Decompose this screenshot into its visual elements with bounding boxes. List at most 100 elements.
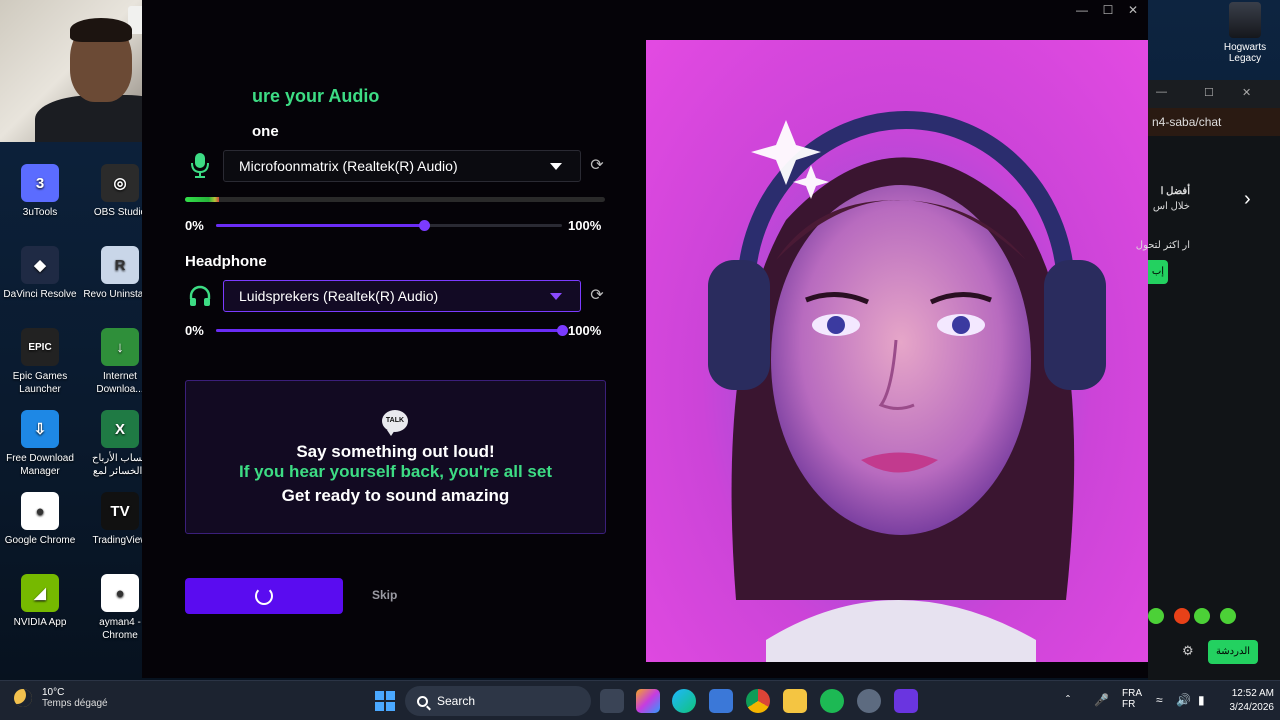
windows-logo-tile bbox=[375, 702, 384, 711]
continue-button[interactable] bbox=[185, 578, 343, 614]
weather-widget[interactable]: 10°C Temps dégagé bbox=[14, 687, 108, 709]
mic-volume-slider[interactable] bbox=[216, 220, 562, 231]
file-explorer-icon[interactable] bbox=[783, 689, 807, 713]
promo-title: أفضل ا bbox=[1160, 186, 1190, 197]
microphone-device-name: Microfoonmatrix (Realtek(R) Audio) bbox=[239, 158, 458, 174]
microphone-heading: one bbox=[252, 123, 279, 140]
store-icon[interactable] bbox=[709, 689, 733, 713]
mic-volume-handle[interactable] bbox=[418, 220, 430, 231]
chevron-down-icon bbox=[550, 293, 562, 300]
voice-app-icon[interactable] bbox=[894, 689, 918, 713]
start-button[interactable] bbox=[375, 691, 395, 711]
instruction-line-3: Get ready to sound amazing bbox=[281, 486, 510, 505]
emoji-row bbox=[1148, 608, 1280, 628]
desktop-icon[interactable]: ● Google Chrome bbox=[0, 492, 80, 547]
chevron-up-icon[interactable]: ˆ bbox=[1066, 693, 1070, 707]
desktop-icon[interactable]: ⇩ Free Download Manager bbox=[0, 410, 80, 478]
keyboard-code: FR bbox=[1122, 699, 1136, 710]
weather-temp: 10°C bbox=[42, 687, 65, 698]
search-icon bbox=[417, 695, 428, 707]
weather-desc: Temps dégagé bbox=[42, 698, 108, 709]
spotify-icon[interactable] bbox=[820, 689, 844, 713]
taskbar-search[interactable]: Search bbox=[405, 686, 591, 716]
minimize-icon[interactable]: — bbox=[1156, 86, 1167, 98]
close-icon[interactable]: ✕ bbox=[1242, 86, 1251, 99]
mic-max-label: 100% bbox=[568, 218, 602, 233]
headphone-device-name: Luidsprekers (Realtek(R) Audio) bbox=[239, 288, 439, 304]
app-icon: ↓ bbox=[101, 328, 139, 366]
headphone-volume-handle[interactable] bbox=[557, 325, 568, 336]
desktop-icon-label: DaVinci Resolve bbox=[3, 289, 77, 300]
microphone-icon bbox=[186, 151, 214, 179]
browser-titlebar: — ☐ ✕ bbox=[1148, 80, 1280, 108]
chat-button[interactable]: الدردشة bbox=[1208, 640, 1258, 664]
address-bar[interactable]: n4-saba/chat bbox=[1148, 108, 1280, 136]
clock-date: 3/24/2026 bbox=[1229, 702, 1275, 713]
app-icon: EPIC bbox=[21, 328, 59, 366]
wifi-icon[interactable]: ≈ bbox=[1156, 693, 1163, 707]
microphone-tray-icon[interactable]: 🎤 bbox=[1094, 693, 1109, 707]
app-icon: R bbox=[101, 246, 139, 284]
chrome-icon[interactable] bbox=[746, 689, 770, 713]
desktop-icon-label: Hogwarts Legacy bbox=[1223, 42, 1267, 64]
promo-button[interactable]: إب bbox=[1148, 260, 1168, 284]
emoji-icon[interactable] bbox=[1174, 608, 1190, 624]
microphone-select[interactable]: Microfoonmatrix (Realtek(R) Audio) bbox=[223, 150, 581, 182]
windows-logo-tile bbox=[386, 691, 395, 700]
chevron-right-icon[interactable]: › bbox=[1244, 188, 1251, 211]
skip-button[interactable]: Skip bbox=[372, 588, 397, 602]
refresh-icon[interactable]: ⟳ bbox=[588, 157, 606, 175]
task-view-icon[interactable] bbox=[600, 689, 624, 713]
character-preview-image bbox=[646, 40, 1148, 662]
clock-time: 12:52 AM bbox=[1231, 688, 1274, 699]
refresh-icon[interactable]: ⟳ bbox=[588, 287, 606, 305]
close-button[interactable]: ✕ bbox=[1121, 3, 1145, 17]
mic-level-meter bbox=[185, 197, 605, 202]
moon-icon bbox=[14, 689, 32, 707]
maximize-button[interactable]: ☐ bbox=[1096, 3, 1120, 17]
headphone-max-label: 100% bbox=[568, 323, 602, 338]
mic-volume-fill bbox=[216, 224, 424, 227]
desktop-icon-label: NVIDIA App bbox=[13, 617, 67, 628]
desktop-icon-label: Free Download Manager bbox=[6, 453, 74, 477]
mic-level-fill bbox=[185, 197, 219, 202]
volume-icon[interactable]: 🔊 bbox=[1176, 693, 1191, 707]
headphone-icon bbox=[186, 282, 214, 310]
obs-icon[interactable] bbox=[857, 689, 881, 713]
instruction-line-2: If you hear yourself back, you're all se… bbox=[239, 462, 552, 481]
copilot-icon[interactable] bbox=[636, 689, 660, 713]
emoji-icon[interactable] bbox=[1194, 608, 1210, 624]
emoji-icon[interactable] bbox=[1148, 608, 1164, 624]
search-label: Search bbox=[437, 694, 476, 708]
desktop-icon-label: Epic Games Launcher bbox=[12, 371, 68, 395]
headphone-volume-slider[interactable] bbox=[216, 325, 568, 336]
minimize-button[interactable]: — bbox=[1070, 3, 1094, 17]
taskbar: 10°C Temps dégagé Search ˆ 🎤 FRA FR ≈ 🔊 … bbox=[0, 680, 1280, 720]
desktop-icon-hogwarts[interactable]: Hogwarts Legacy bbox=[1210, 0, 1280, 64]
desktop-icon[interactable]: ◢ NVIDIA App bbox=[0, 574, 80, 629]
app-icon: ◎ bbox=[101, 164, 139, 202]
desktop-icon[interactable]: EPIC Epic Games Launcher bbox=[0, 328, 80, 396]
promo-text: ار اكثر لتحول bbox=[1135, 240, 1190, 251]
app-icon: ● bbox=[101, 574, 139, 612]
desktop-icon[interactable]: 3 3uTools bbox=[0, 164, 80, 219]
headphone-select[interactable]: Luidsprekers (Realtek(R) Audio) bbox=[223, 280, 581, 312]
chevron-down-icon bbox=[550, 163, 562, 170]
loading-spinner-icon bbox=[255, 587, 273, 605]
gear-icon[interactable]: ⚙ bbox=[1182, 643, 1194, 659]
language-indicator[interactable]: FRA FR bbox=[1122, 688, 1142, 710]
maximize-icon[interactable]: ☐ bbox=[1204, 86, 1214, 99]
battery-icon[interactable]: ▮ bbox=[1198, 693, 1205, 707]
desktop-icon[interactable]: ◆ DaVinci Resolve bbox=[0, 246, 80, 301]
promo-subtitle: خلال اس bbox=[1152, 201, 1190, 212]
headphone-min-label: 0% bbox=[185, 323, 204, 338]
emoji-icon[interactable] bbox=[1220, 608, 1236, 624]
headphone-heading: Headphone bbox=[185, 253, 267, 270]
app-icon: X bbox=[101, 410, 139, 448]
app-icon: TV bbox=[101, 492, 139, 530]
app-icon: ⇩ bbox=[21, 410, 59, 448]
language-code: FRA bbox=[1122, 688, 1142, 699]
clock[interactable]: 12:52 AM 3/24/2026 bbox=[1228, 687, 1275, 715]
hogwarts-icon bbox=[1229, 2, 1261, 38]
edge-icon[interactable] bbox=[672, 689, 696, 713]
